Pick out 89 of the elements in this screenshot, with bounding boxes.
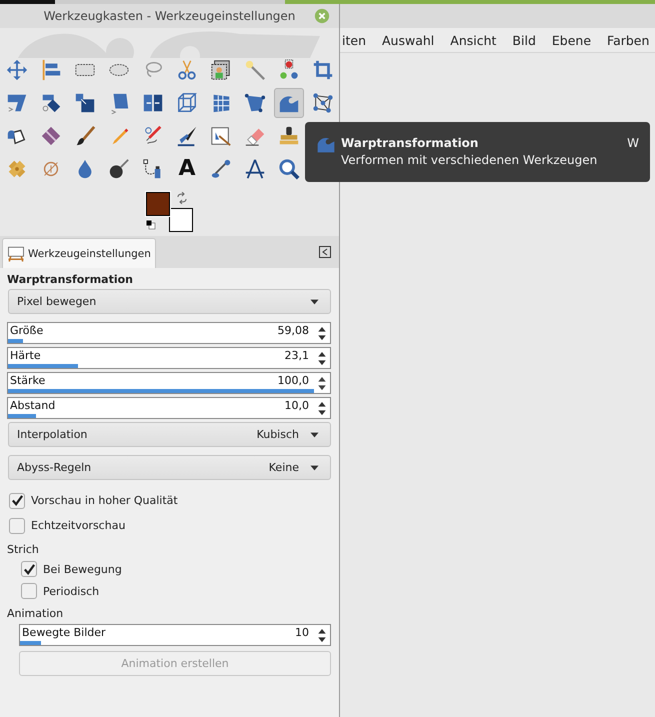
dropdown-arrow-icon	[309, 430, 320, 438]
move-icon	[6, 59, 28, 81]
crop-icon	[312, 59, 334, 81]
slider-fill[interactable]	[20, 641, 41, 645]
spin-slider[interactable]: Abstand 10,0	[7, 397, 331, 419]
swap-icon[interactable]	[176, 192, 188, 204]
dropdown-value: Keine	[268, 461, 299, 474]
quad-icon	[244, 92, 266, 114]
tooltip-description: Verformen mit verschiedenen Werkzeugen	[341, 153, 598, 167]
spin-slider[interactable]: Härte 23,1	[7, 347, 331, 369]
slider-value: 10,0	[284, 399, 310, 413]
background-color-swatch[interactable]	[168, 208, 192, 232]
color-dots-icon	[278, 59, 300, 81]
bandage-icon	[6, 158, 28, 180]
checkbox-label: Periodisch	[43, 584, 100, 598]
spin-slider[interactable]: Stärke 100,0	[7, 372, 331, 394]
dropdown-label: Interpolation	[17, 428, 88, 441]
slider-label: Stärke	[9, 374, 46, 388]
default-colors-icon[interactable]	[146, 220, 156, 230]
slider-value: 10	[295, 626, 310, 640]
checkbox[interactable]	[21, 561, 37, 577]
easel-icon	[7, 244, 25, 262]
foreground-color-swatch[interactable]	[146, 192, 170, 216]
slider-value: 23,1	[284, 349, 310, 363]
menu-item[interactable]: Bild	[512, 32, 536, 48]
dropdown-arrow-icon	[309, 464, 320, 472]
menu-item[interactable]: iten	[342, 32, 366, 48]
tooltip-title: Warptransformation	[341, 136, 478, 150]
menu-item[interactable]: Farben	[607, 32, 650, 48]
slider-fill[interactable]	[8, 414, 36, 418]
canvas-brush-icon	[210, 125, 232, 147]
section-label: Strich	[7, 542, 40, 558]
compass-icon	[244, 158, 266, 180]
scale-icon	[74, 92, 96, 114]
spin-arrows-icon[interactable]	[317, 628, 327, 642]
slider-label: Größe	[9, 324, 44, 338]
network-icon	[312, 92, 334, 114]
tab-menu-icon[interactable]	[319, 246, 331, 258]
checkbox[interactable]	[9, 492, 25, 508]
spin-arrows-icon[interactable]	[317, 400, 327, 416]
dropdown-value: Pixel bewegen	[17, 295, 98, 308]
rotate-icon	[40, 92, 62, 114]
foreground-select-icon	[210, 59, 232, 81]
section-label: Animation	[7, 606, 64, 622]
paintbrush-icon	[74, 125, 96, 147]
slider-fill[interactable]	[8, 339, 24, 343]
slider-fill[interactable]	[8, 389, 314, 393]
slider-value: 100,0	[278, 374, 310, 388]
checkbox-label: Bei Bewegung	[43, 562, 122, 576]
search-icon	[278, 158, 300, 180]
dropdown[interactable]: Interpolation Kubisch	[8, 422, 331, 447]
spin-arrows-icon[interactable]	[317, 376, 327, 390]
checkbox[interactable]	[21, 583, 37, 599]
stamp-icon	[278, 125, 300, 147]
checkbox-label: Echtzeitvorschau	[31, 519, 126, 532]
align-icon	[40, 59, 62, 81]
shortcut-key: W	[627, 136, 639, 150]
spin-slider[interactable]: Bewegte Bilder 10	[19, 624, 331, 646]
slider-fill[interactable]	[8, 364, 78, 368]
transform-icon	[6, 92, 28, 114]
slider-label: Abstand	[9, 399, 56, 413]
slider-value: 59,08	[278, 324, 310, 338]
pan-icon	[108, 158, 130, 180]
flip-icon	[142, 92, 164, 114]
dropdown-label: Abyss-Regeln	[17, 461, 92, 474]
dropdown[interactable]: Pixel bewegen	[8, 289, 331, 314]
menu-item[interactable]: Ebene	[552, 32, 592, 48]
slider-label: Bewegte Bilder	[21, 626, 106, 640]
text-tool-button[interactable]: A	[172, 154, 202, 184]
dropdown-arrow-icon	[309, 298, 320, 306]
window-title: Werkzeugkasten - Werkzeugeinstellungen	[44, 9, 296, 23]
slider-label: Härte	[9, 349, 41, 363]
checkbox[interactable]	[9, 518, 25, 534]
dropdown-value: Kubisch	[256, 428, 299, 441]
magic-wand-icon	[244, 59, 266, 81]
panel-heading: Warptransformation	[7, 273, 134, 286]
menu-item[interactable]: Auswahl	[382, 32, 434, 48]
scissors-icon	[176, 59, 198, 81]
tab[interactable]: Werkzeugeinstellungen	[2, 238, 156, 268]
dropdown[interactable]: Abyss-Regeln Keine	[8, 455, 331, 480]
cube-icon	[176, 92, 198, 114]
menu-item[interactable]: Ansicht	[450, 32, 496, 48]
spin-slider[interactable]: Größe 59,08	[7, 322, 331, 344]
spin-arrows-icon[interactable]	[317, 350, 327, 366]
spin-arrows-icon[interactable]	[317, 326, 327, 340]
ink-pen-icon	[176, 125, 198, 147]
eyedropper-icon	[210, 158, 232, 180]
gradient-icon	[40, 125, 62, 147]
checkbox-label: Vorschau in hoher Qualität	[31, 494, 178, 507]
